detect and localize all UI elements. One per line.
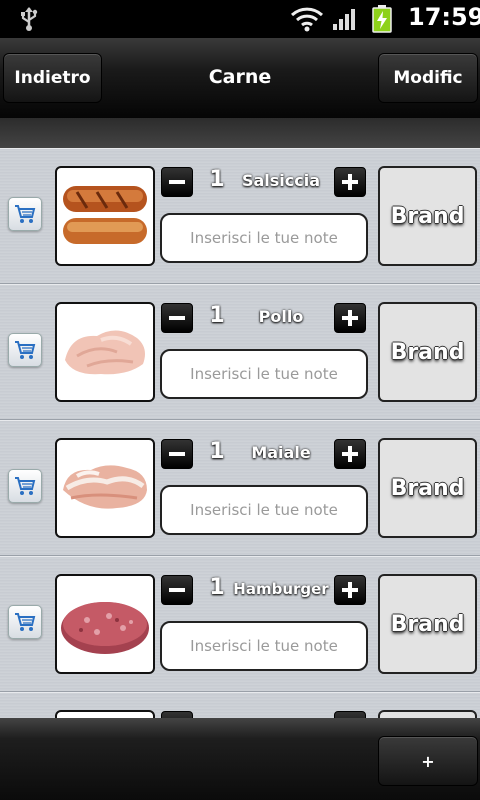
notes-input[interactable]: Inserisci le tue note — [160, 349, 368, 399]
wifi-icon — [290, 7, 324, 32]
quantity-value: 1 — [209, 439, 225, 464]
sub-header-bar — [0, 118, 480, 148]
cart-icon — [15, 205, 36, 223]
notes-input[interactable]: Inserisci le tue note — [160, 485, 368, 535]
usb-icon — [21, 7, 38, 31]
decrease-quantity-button[interactable] — [161, 303, 193, 333]
hamburger-patty-image — [61, 602, 149, 654]
add-item-button[interactable]: + — [378, 736, 478, 786]
decrease-quantity-button[interactable] — [161, 575, 193, 605]
bottom-toolbar: + — [0, 718, 480, 800]
plus-icon — [342, 310, 358, 326]
notes-input[interactable]: Inserisci le tue note — [160, 213, 368, 263]
cart-icon — [15, 477, 36, 495]
plus-icon — [342, 582, 358, 598]
product-name: Pollo — [258, 307, 304, 326]
decrease-quantity-button[interactable] — [161, 711, 193, 718]
brand-button[interactable]: Brand — [378, 574, 477, 674]
minus-icon — [169, 316, 185, 320]
decrease-quantity-button[interactable] — [161, 439, 193, 469]
list-item-partial — [0, 692, 480, 718]
list-item: 1 Pollo Inserisci le tue note Brand — [0, 284, 480, 420]
clock: 17:59 — [408, 3, 480, 31]
decrease-quantity-button[interactable] — [161, 167, 193, 197]
increase-quantity-button[interactable] — [334, 711, 366, 718]
increase-quantity-button[interactable] — [334, 439, 366, 469]
quantity-value: 1 — [209, 575, 225, 600]
product-name: Maiale — [251, 443, 311, 462]
list-item: 1 Salsiccia Inserisci le tue note Brand — [0, 148, 480, 284]
add-to-cart-button[interactable] — [8, 333, 42, 367]
list-item: 1 Maiale Inserisci le tue note Brand — [0, 420, 480, 556]
minus-icon — [169, 452, 185, 456]
signal-icon — [333, 9, 355, 30]
brand-button[interactable]: Brand — [378, 438, 477, 538]
plus-icon — [342, 174, 358, 190]
chicken-image — [65, 330, 145, 375]
product-name: Salsiccia — [241, 171, 321, 190]
battery-charging-icon — [372, 5, 392, 33]
add-to-cart-button[interactable] — [8, 605, 42, 639]
quantity-value: 1 — [209, 303, 225, 328]
notes-input[interactable]: Inserisci le tue note — [160, 621, 368, 671]
product-image — [55, 166, 155, 266]
quantity-value: 1 — [209, 167, 225, 192]
product-image — [55, 438, 155, 538]
product-image — [55, 302, 155, 402]
product-image — [55, 710, 155, 718]
back-button[interactable]: Indietro — [3, 53, 102, 103]
title-bar: Indietro Carne Modific — [0, 38, 480, 118]
minus-icon — [169, 588, 185, 592]
product-list[interactable]: 1 Salsiccia Inserisci le tue note Brand — [0, 148, 480, 718]
brand-button[interactable]: Brand — [378, 166, 477, 266]
list-item: 1 Hamburger Inserisci le tue note Brand — [0, 556, 480, 692]
edit-button[interactable]: Modific — [378, 53, 478, 103]
product-name: Hamburger — [233, 580, 329, 598]
cart-icon — [15, 613, 36, 631]
sausage-image — [63, 186, 147, 244]
brand-button[interactable] — [378, 710, 477, 718]
increase-quantity-button[interactable] — [334, 167, 366, 197]
brand-button[interactable]: Brand — [378, 302, 477, 402]
add-to-cart-button[interactable] — [8, 469, 42, 503]
pork-image — [63, 465, 147, 509]
page-title: Carne — [208, 66, 272, 88]
minus-icon — [169, 180, 185, 184]
plus-icon — [342, 446, 358, 462]
product-image — [55, 574, 155, 674]
status-bar: 17:59 — [0, 0, 480, 38]
increase-quantity-button[interactable] — [334, 303, 366, 333]
cart-icon — [15, 341, 36, 359]
add-to-cart-button[interactable] — [8, 197, 42, 231]
increase-quantity-button[interactable] — [334, 575, 366, 605]
